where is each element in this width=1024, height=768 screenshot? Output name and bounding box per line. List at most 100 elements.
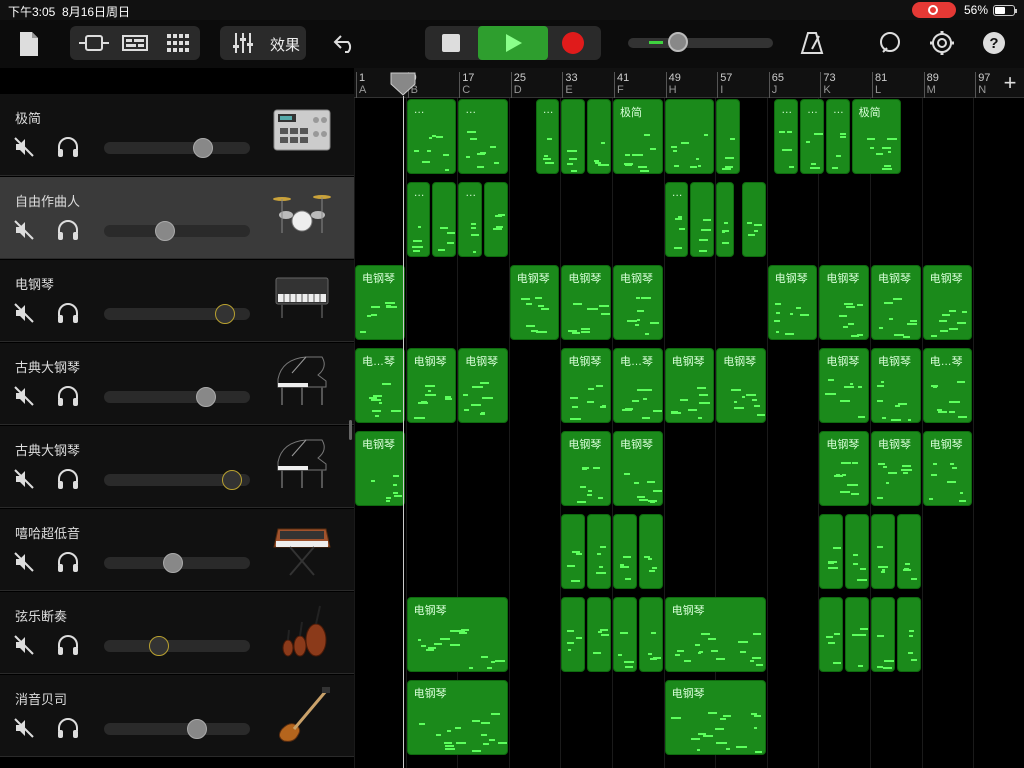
mixer-sliders-icon[interactable] xyxy=(226,29,260,57)
midi-region[interactable]: 电钢琴 xyxy=(561,265,611,340)
midi-region[interactable]: 电钢琴 xyxy=(664,348,715,423)
stop-button[interactable] xyxy=(428,28,474,58)
track-header[interactable]: 电钢琴 xyxy=(0,260,354,342)
volume-knob[interactable] xyxy=(215,304,236,324)
midi-region[interactable]: 电钢琴 xyxy=(355,431,405,506)
midi-region[interactable] xyxy=(664,99,715,174)
metronome-icon[interactable] xyxy=(798,28,826,58)
bass-guitar-icon[interactable] xyxy=(272,685,332,745)
mute-icon[interactable] xyxy=(13,385,35,407)
midi-region[interactable] xyxy=(561,514,586,589)
midi-region[interactable]: 电钢琴 xyxy=(458,348,508,423)
midi-region[interactable] xyxy=(613,597,637,672)
midi-region[interactable]: 电钢琴 xyxy=(406,680,508,755)
midi-region[interactable]: 电钢琴 xyxy=(922,431,973,506)
play-button[interactable] xyxy=(478,26,548,60)
midi-region[interactable]: 电钢琴 xyxy=(613,265,663,340)
loop-browser-icon[interactable] xyxy=(876,29,904,57)
midi-region[interactable] xyxy=(871,514,895,589)
mute-icon[interactable] xyxy=(13,302,35,324)
undo-icon[interactable] xyxy=(330,30,360,56)
midi-region[interactable]: 电钢琴 xyxy=(406,348,457,423)
midi-region[interactable]: 电钢琴 xyxy=(664,597,766,672)
midi-region[interactable] xyxy=(716,182,734,257)
midi-region[interactable]: 电钢琴 xyxy=(819,431,869,506)
fx-button-label[interactable]: 效果 xyxy=(270,34,300,55)
track-header[interactable]: 消音贝司 xyxy=(0,675,354,757)
track-header[interactable]: 自由作曲人 xyxy=(0,177,354,259)
volume-knob[interactable] xyxy=(149,636,170,656)
midi-region[interactable]: 电钢琴 xyxy=(561,431,611,506)
help-icon[interactable]: ? xyxy=(981,30,1007,56)
headphones-icon[interactable] xyxy=(56,302,80,324)
track-header[interactable]: 古典大钢琴 xyxy=(0,426,354,508)
volume-slider[interactable] xyxy=(104,142,250,154)
midi-region[interactable]: … xyxy=(406,99,457,174)
midi-region[interactable] xyxy=(871,597,895,672)
midi-region[interactable] xyxy=(587,597,611,672)
drum-kit-icon[interactable] xyxy=(272,187,332,247)
midi-region[interactable]: 电钢琴 xyxy=(871,431,921,506)
mute-icon[interactable] xyxy=(13,468,35,490)
mute-icon[interactable] xyxy=(13,634,35,656)
midi-region[interactable]: 电钢琴 xyxy=(767,265,818,340)
settings-gear-icon[interactable] xyxy=(928,29,956,57)
midi-region[interactable] xyxy=(845,514,869,589)
volume-knob[interactable] xyxy=(155,221,176,241)
track-header[interactable]: 弦乐断奏 xyxy=(0,592,354,674)
synth-keyboard-icon[interactable] xyxy=(272,519,332,579)
midi-region[interactable] xyxy=(716,99,740,174)
master-volume-knob[interactable] xyxy=(668,32,688,52)
midi-region[interactable]: 电…琴 xyxy=(922,348,973,423)
midi-region[interactable]: … xyxy=(406,182,431,257)
midi-region[interactable]: 电钢琴 xyxy=(561,348,611,423)
midi-region[interactable]: 电…琴 xyxy=(355,348,405,423)
midi-region[interactable]: 电钢琴 xyxy=(819,265,869,340)
midi-region[interactable] xyxy=(896,514,921,589)
headphones-icon[interactable] xyxy=(56,468,80,490)
strings-icon[interactable] xyxy=(272,602,332,662)
midi-region[interactable] xyxy=(638,597,663,672)
screen-recording-indicator[interactable] xyxy=(912,2,956,18)
playhead-handle[interactable] xyxy=(390,72,416,96)
midi-region[interactable] xyxy=(432,182,457,257)
midi-region[interactable]: 电钢琴 xyxy=(355,265,405,340)
midi-region[interactable]: 电钢琴 xyxy=(613,431,663,506)
volume-knob[interactable] xyxy=(162,553,183,573)
headphones-icon[interactable] xyxy=(56,717,80,739)
arrangement-area[interactable]: ……… 极简……… 极简……… 电钢琴 电钢琴 电钢琴 电钢琴 电钢琴 电钢琴 电钢琴 电钢琴 电…琴… xyxy=(354,98,1024,768)
live-loops-grid-icon[interactable] xyxy=(160,29,196,57)
midi-region[interactable]: 电钢琴 xyxy=(406,597,508,672)
midi-region[interactable] xyxy=(561,99,586,174)
volume-slider[interactable] xyxy=(104,391,250,403)
midi-region[interactable]: 电…琴 xyxy=(613,348,663,423)
volume-slider[interactable] xyxy=(104,723,250,735)
midi-region[interactable]: 电钢琴 xyxy=(871,348,921,423)
midi-region[interactable]: 电钢琴 xyxy=(509,265,560,340)
midi-region[interactable]: … xyxy=(800,99,824,174)
midi-region[interactable] xyxy=(819,514,844,589)
midi-region[interactable]: … xyxy=(535,99,560,174)
add-track-button[interactable]: + xyxy=(996,70,1024,96)
midi-region[interactable]: 电钢琴 xyxy=(922,265,973,340)
midi-region[interactable]: 电钢琴 xyxy=(716,348,766,423)
track-header[interactable]: 极简 xyxy=(0,94,354,176)
midi-region[interactable]: 极简 xyxy=(851,99,902,174)
mute-icon[interactable] xyxy=(13,551,35,573)
midi-region[interactable] xyxy=(638,514,663,589)
midi-region[interactable] xyxy=(819,597,844,672)
midi-region[interactable]: … xyxy=(458,182,482,257)
midi-region[interactable]: 极简 xyxy=(613,99,663,174)
headphones-icon[interactable] xyxy=(56,219,80,241)
midi-region[interactable] xyxy=(845,597,869,672)
document-icon[interactable] xyxy=(16,29,42,59)
headphones-icon[interactable] xyxy=(56,136,80,158)
midi-region[interactable] xyxy=(587,99,611,174)
midi-region[interactable] xyxy=(484,182,508,257)
track-header[interactable]: 嘻哈超低音 xyxy=(0,509,354,591)
electric-piano-icon[interactable] xyxy=(272,270,332,330)
midi-region[interactable] xyxy=(561,597,586,672)
volume-knob[interactable] xyxy=(193,138,214,158)
instrument-view-icon[interactable] xyxy=(76,29,112,57)
midi-region[interactable]: … xyxy=(664,182,689,257)
